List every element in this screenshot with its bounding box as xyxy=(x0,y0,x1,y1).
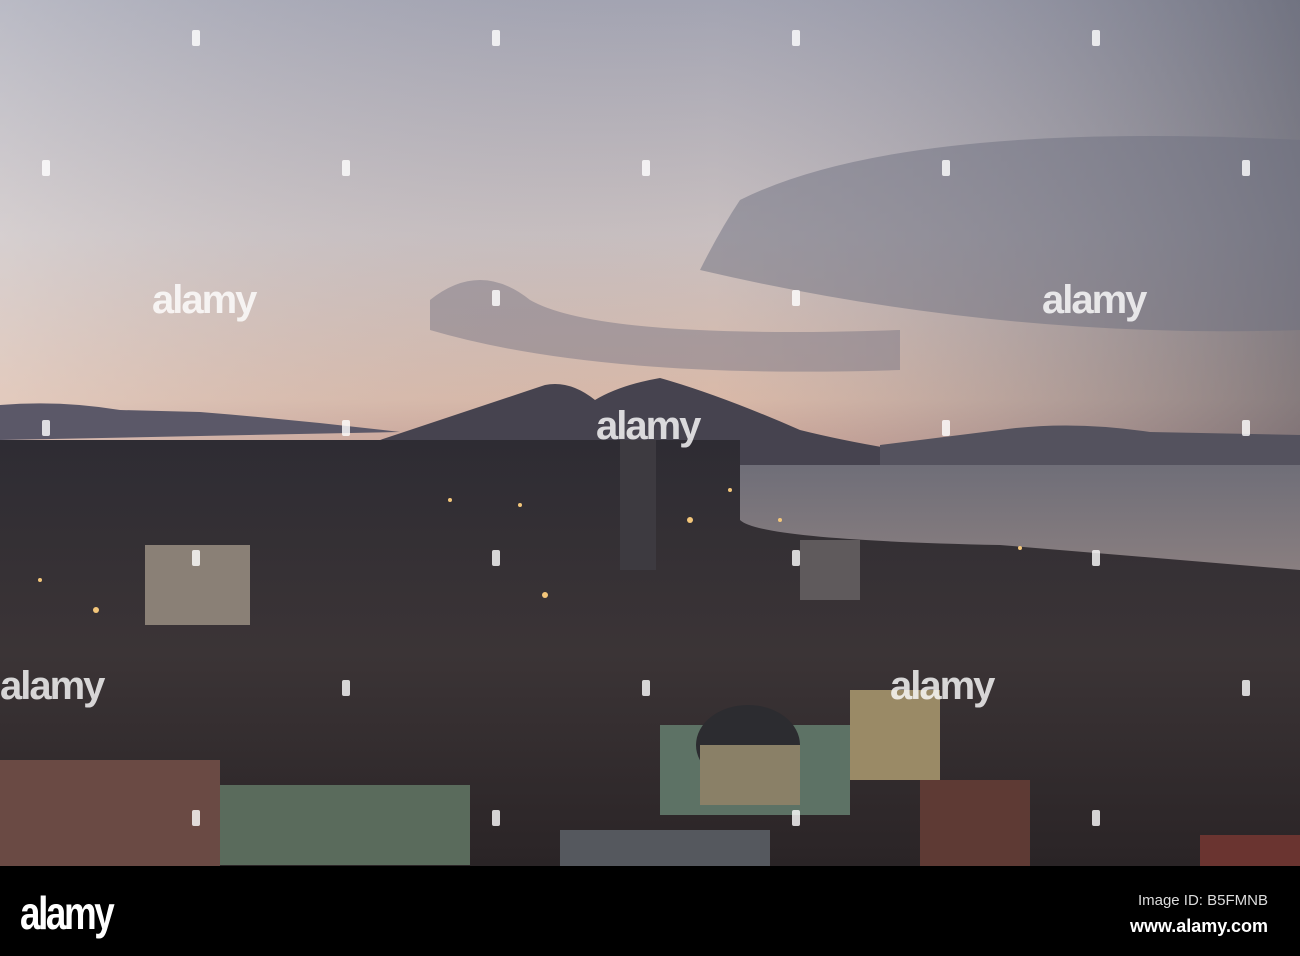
watermark-dot xyxy=(792,30,800,46)
watermark-logo: alamy xyxy=(1042,278,1147,322)
watermark-dot xyxy=(342,160,350,176)
watermark-dot xyxy=(342,680,350,696)
watermark-dot xyxy=(1242,160,1250,176)
watermark-dot xyxy=(792,290,800,306)
watermark-dot xyxy=(192,550,200,566)
watermark-dot xyxy=(792,810,800,826)
watermark-dot xyxy=(1242,420,1250,436)
watermark-dot xyxy=(42,160,50,176)
watermark-logo: alamy xyxy=(890,664,995,708)
watermark-dot xyxy=(192,810,200,826)
watermark-dot xyxy=(642,160,650,176)
watermark-logo: alamy xyxy=(152,278,257,322)
alamy-logo: alamy xyxy=(20,887,115,939)
footer-bar: alamy Image ID: B5FMNB www.alamy.com xyxy=(0,866,1300,956)
watermark-dot xyxy=(642,680,650,696)
watermark-dot xyxy=(942,420,950,436)
stock-photo: alamy alamy alamy alamy alamy alamy Imag… xyxy=(0,0,1300,956)
watermark-logo: alamy xyxy=(596,404,701,448)
watermark-dot xyxy=(492,30,500,46)
watermark-dot xyxy=(1092,30,1100,46)
watermark-dot xyxy=(1092,810,1100,826)
watermark-dot xyxy=(1242,680,1250,696)
watermark-dot xyxy=(492,550,500,566)
site-url: www.alamy.com xyxy=(1129,916,1268,936)
watermark-dot xyxy=(1092,550,1100,566)
image-id: Image ID: B5FMNB xyxy=(1137,892,1268,909)
watermark-dot xyxy=(492,810,500,826)
watermark-dot xyxy=(942,160,950,176)
watermark-dot xyxy=(42,420,50,436)
watermark-dot xyxy=(192,30,200,46)
watermark-logo: alamy xyxy=(0,664,105,708)
watermark-dot xyxy=(342,420,350,436)
watermark-dot xyxy=(792,550,800,566)
watermark-dot xyxy=(492,290,500,306)
